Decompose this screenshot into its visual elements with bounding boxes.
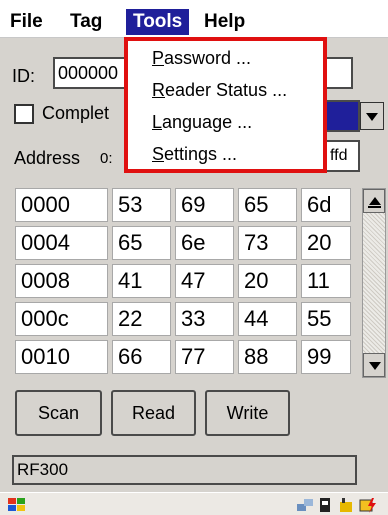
app-window: File Tag Tools Help ID: 000000 Complet 1… (0, 0, 388, 515)
windows-flag-icon[interactable] (6, 496, 28, 514)
scan-button[interactable]: Scan (15, 390, 102, 436)
grid-byte-cell[interactable]: 41 (112, 264, 171, 298)
grid-address-cell[interactable]: 0000 (15, 188, 108, 222)
grid-byte-cell[interactable]: 33 (175, 302, 234, 336)
id-label: ID: (12, 66, 36, 86)
length-field[interactable]: ffd (325, 140, 360, 172)
battery-charging-icon[interactable] (358, 496, 378, 514)
grid-byte-cell[interactable]: 55 (301, 302, 351, 336)
sim-card-icon[interactable] (318, 496, 332, 514)
taskbar (0, 492, 388, 515)
menu-item-settings[interactable]: Settings ... (152, 143, 237, 165)
write-button[interactable]: Write (205, 390, 290, 436)
complete-checkbox[interactable] (14, 104, 34, 124)
grid-address-cell[interactable]: 0008 (15, 264, 108, 298)
grid-byte-cell[interactable]: 99 (301, 340, 351, 374)
grid-address-cell[interactable]: 0004 (15, 226, 108, 260)
grid-byte-cell[interactable]: 11 (301, 264, 351, 298)
menu-tools[interactable]: Tools (126, 9, 190, 35)
menu-help[interactable]: Help (197, 9, 252, 35)
grid-byte-cell[interactable]: 66 (112, 340, 171, 374)
grid-byte-cell[interactable]: 6e (175, 226, 234, 260)
grid-address-cell[interactable]: 000c (15, 302, 108, 336)
grid-byte-cell[interactable]: 88 (238, 340, 297, 374)
memory-grid: 0000 53 69 65 6d 0004 65 6e 73 20 0008 41 47 20 11 000c… (15, 188, 355, 378)
combo-dropdown-button[interactable] (360, 102, 384, 130)
grid-byte-cell[interactable]: 6d (301, 188, 351, 222)
read-button[interactable]: Read (111, 390, 196, 436)
address-prefix: 0: (100, 150, 113, 167)
grid-byte-cell[interactable]: 20 (238, 264, 297, 298)
reader-status-label: eader Status ... (165, 80, 288, 100)
complete-label: Complet (42, 103, 110, 123)
grid-byte-cell[interactable]: 73 (238, 226, 297, 260)
address-label: Address (14, 148, 81, 168)
menu-file[interactable]: File (3, 9, 50, 35)
settings-accelerator: S (152, 144, 165, 164)
grid-byte-cell[interactable]: 65 (112, 226, 171, 260)
menu-item-reader-status[interactable]: Reader Status ... (152, 79, 287, 101)
menu-tag[interactable]: Tag (63, 9, 109, 35)
grid-byte-cell[interactable]: 44 (238, 302, 297, 336)
password-accelerator: P (152, 48, 165, 68)
settings-label: ettings ... (164, 144, 238, 164)
grid-byte-cell[interactable]: 69 (175, 188, 234, 222)
scroll-up-button[interactable] (363, 189, 385, 213)
language-label: anguage ... (162, 112, 253, 132)
grid-byte-cell[interactable]: 53 (112, 188, 171, 222)
menu-bar: File Tag Tools Help (0, 0, 388, 38)
scroll-track[interactable] (363, 213, 385, 355)
language-accelerator: L (152, 112, 163, 132)
grid-byte-cell[interactable]: 20 (301, 226, 351, 260)
reader-status-field: RF300 (12, 455, 357, 485)
password-label: assword ... (164, 48, 252, 68)
grid-scrollbar[interactable] (362, 188, 386, 378)
grid-byte-cell[interactable]: 47 (175, 264, 234, 298)
grid-address-cell[interactable]: 0010 (15, 340, 108, 374)
menu-item-language[interactable]: Language ... (152, 111, 252, 133)
grid-byte-cell[interactable]: 22 (112, 302, 171, 336)
tools-dropdown-menu: Password ... Reader Status ... Language … (124, 37, 327, 173)
grid-byte-cell[interactable]: 65 (238, 188, 297, 222)
reader-status-accelerator: R (152, 80, 165, 100)
scroll-down-button[interactable] (363, 353, 385, 377)
grid-byte-cell[interactable]: 77 (175, 340, 234, 374)
network-icon[interactable] (296, 496, 314, 514)
menu-item-password[interactable]: Password ... (152, 47, 251, 69)
antenna-icon[interactable] (338, 496, 354, 514)
